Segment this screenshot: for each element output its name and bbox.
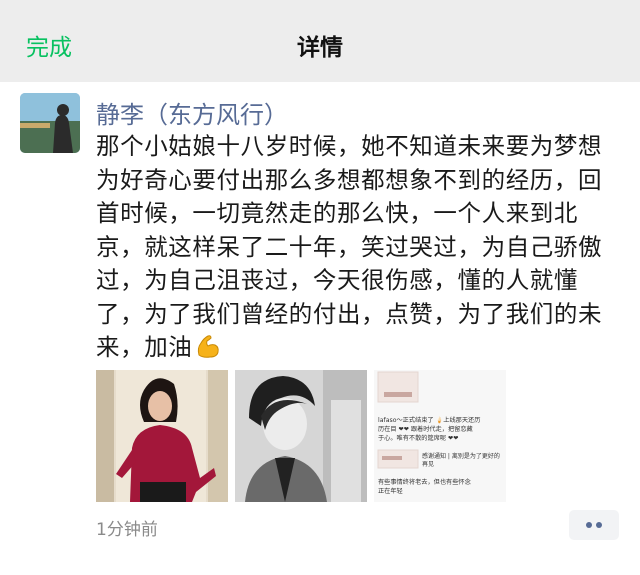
- photo3-line-5: 再见: [422, 461, 434, 468]
- photo3-line-2: 历在目 ❤❤ 跟着时代走，把留恋藏: [378, 425, 473, 433]
- photo-chat-screenshot: lafaso～正式结束了 🍦上线那天还历 历在目 ❤❤ 跟着时代走，把留恋藏 于…: [374, 370, 506, 502]
- avatar-image: [20, 93, 80, 153]
- photo3-line-4: 感谢通知 | 离别是为了更好的: [422, 452, 500, 460]
- photo3-line-3: 于心。唯有不散的筵席呢 ❤❤: [378, 434, 458, 442]
- more-actions-button[interactable]: [569, 510, 619, 540]
- photo3-line-7: 正在年轻: [378, 487, 403, 495]
- post-photo-3[interactable]: lafaso～正式结束了 🍦上线那天还历 历在目 ❤❤ 跟着时代走，把留恋藏 于…: [374, 370, 506, 502]
- post-photo-1[interactable]: [96, 370, 228, 502]
- page-title: 详情: [297, 35, 343, 61]
- photo-woman-red-sweater: [96, 370, 228, 502]
- photo3-line-1: lafaso～正式结束了 🍦上线那天还历: [378, 416, 480, 424]
- author-name[interactable]: 静李（东方风行）: [96, 95, 288, 130]
- photo3-line-6: 有些事情终将老去，但也有些怀念: [378, 478, 471, 486]
- post-text: 那个小姑娘十八岁时候，她不知道未来要为梦想为好奇心要付出那么多想都想象不到的经历…: [96, 130, 620, 365]
- more-dot-icon: [586, 522, 592, 528]
- photo-short-hair-portrait: [235, 370, 367, 502]
- post-timestamp: 1分钟前: [96, 520, 158, 540]
- flexed-biceps-icon: [194, 332, 222, 360]
- post-text-body: 那个小姑娘十八岁时候，她不知道未来要为梦想为好奇心要付出那么多想都想象不到的经历…: [96, 132, 603, 361]
- top-nav-bar: 完成 详情: [0, 0, 640, 82]
- avatar[interactable]: [20, 93, 80, 153]
- post-photo-2[interactable]: [235, 370, 367, 502]
- more-dot-icon: [596, 522, 602, 528]
